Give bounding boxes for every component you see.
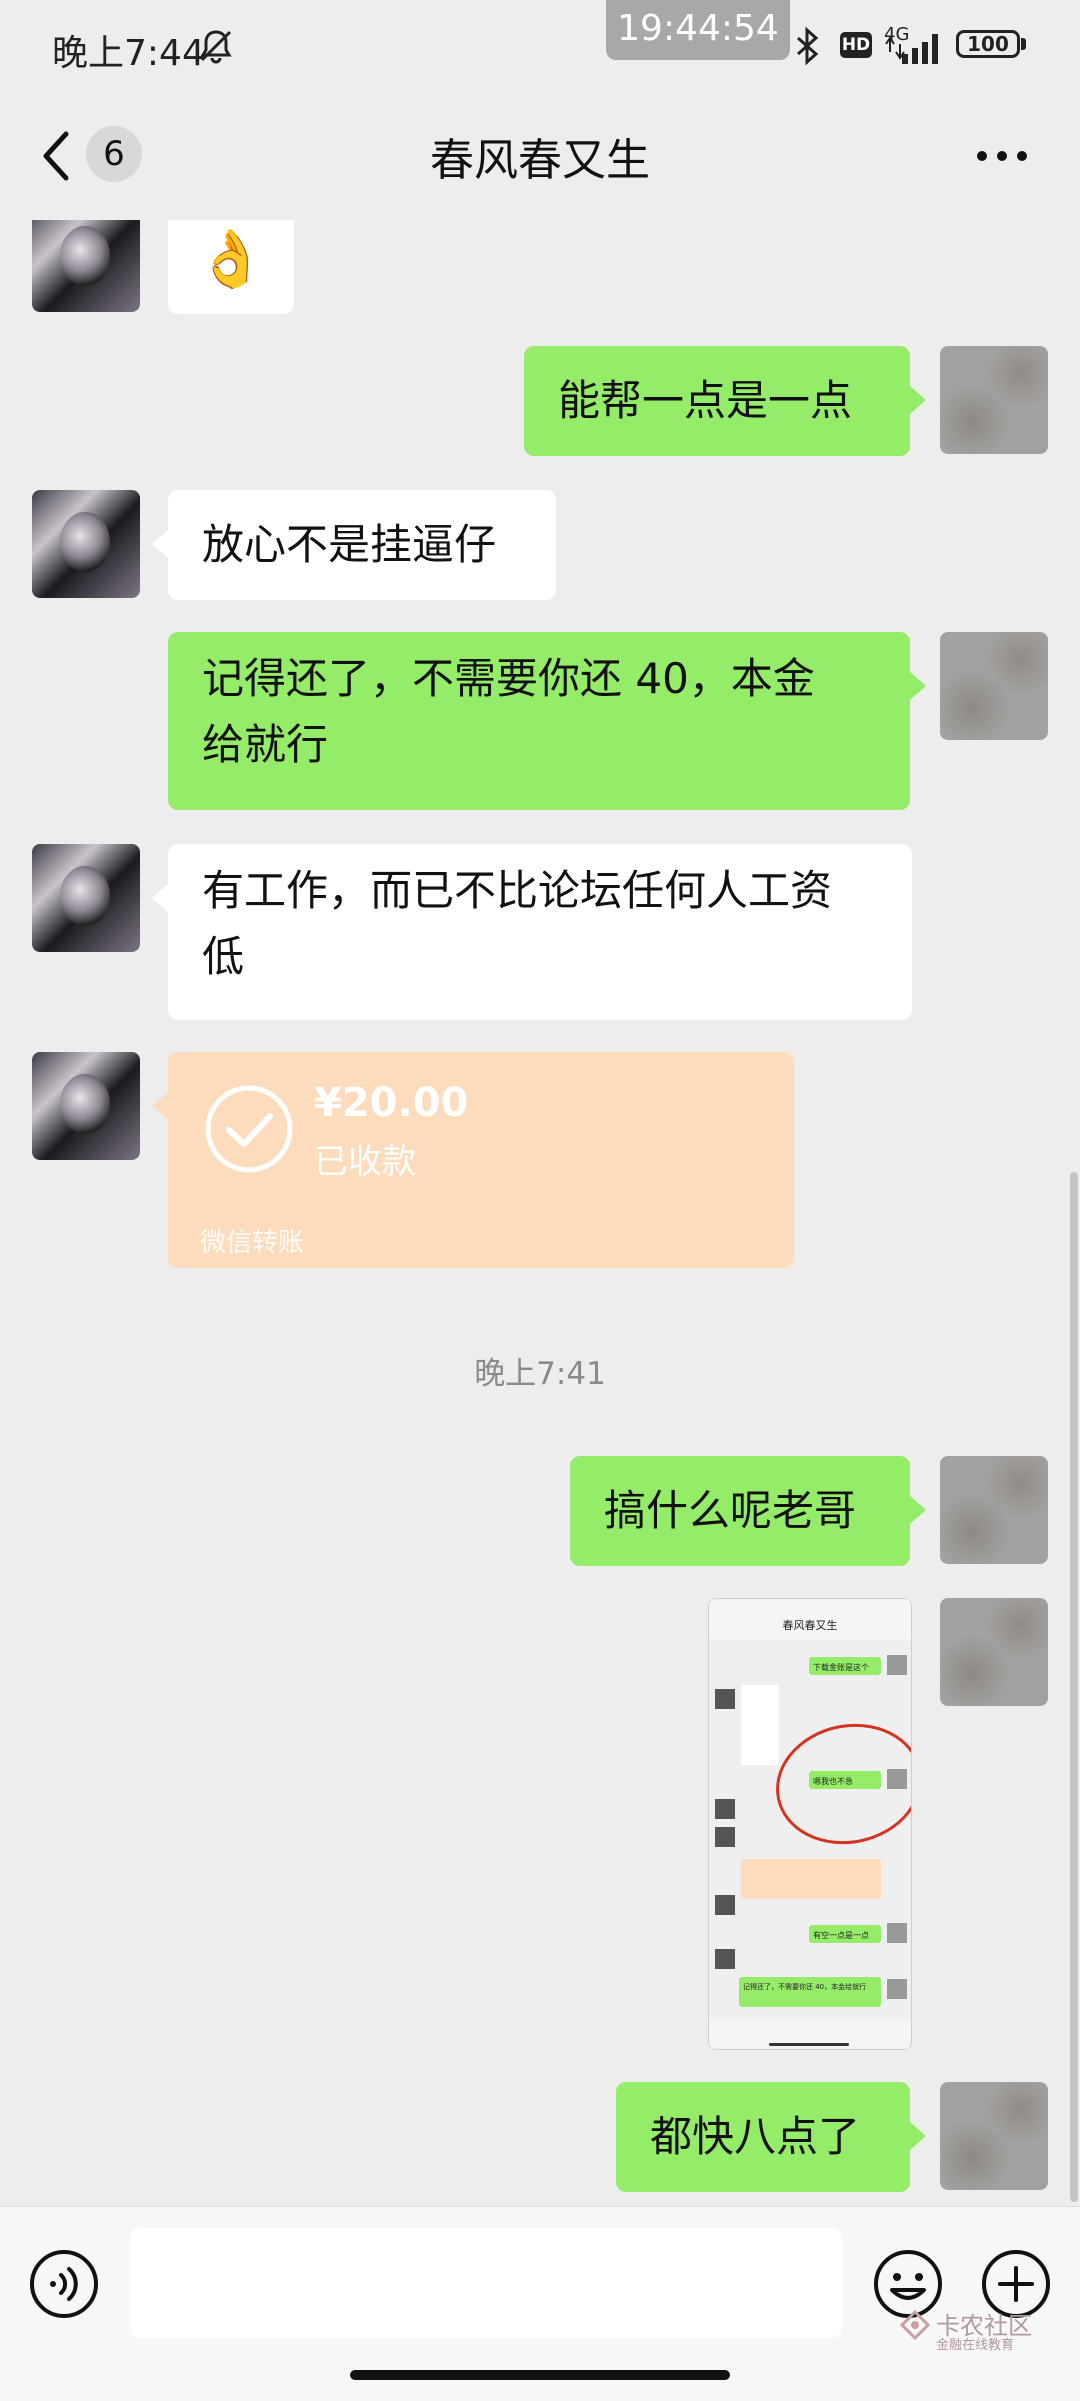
thumb-bubble: 嗯我也不急 bbox=[813, 1776, 853, 1786]
hd-badge: HD bbox=[840, 32, 872, 58]
thumb-title: 春风春又生 bbox=[783, 1618, 838, 1632]
transfer-card[interactable]: ¥20.00 已收款 微信转账 bbox=[168, 1052, 794, 1268]
message-line: 记得还了，不需要你还 40，本金 bbox=[202, 654, 815, 703]
chat-title: 春风春又生 bbox=[430, 135, 650, 186]
message-timestamp: 晚上7:41 bbox=[474, 1356, 606, 1392]
message-bubble-received[interactable]: 有工作，而已不比论坛任何人工资 低 bbox=[168, 844, 912, 1020]
battery-indicator: 100 bbox=[956, 30, 1020, 58]
bubble-tail bbox=[152, 1092, 168, 1120]
contact-avatar[interactable] bbox=[32, 1052, 140, 1160]
battery-tip bbox=[1021, 38, 1026, 50]
image-message-thumbnail[interactable]: 春风春又生 下载金账是这个 嗯我也不急 有空一点是一点 记得还了，不需要你还 4… bbox=[708, 1598, 912, 2050]
bubble-tail bbox=[910, 672, 926, 700]
voice-input-icon[interactable] bbox=[28, 2248, 100, 2320]
contact-avatar[interactable] bbox=[32, 490, 140, 598]
thumb-bubble: 有空一点是一点 bbox=[813, 1930, 869, 1940]
my-avatar[interactable] bbox=[940, 632, 1048, 740]
message-bubble-sent[interactable]: 记得还了，不需要你还 40，本金 给就行 bbox=[168, 632, 910, 810]
back-arrow-icon[interactable] bbox=[36, 128, 76, 184]
my-avatar[interactable] bbox=[940, 2082, 1048, 2190]
message-bubble-sent[interactable]: 能帮一点是一点 bbox=[524, 346, 910, 456]
bubble-tail bbox=[910, 1496, 926, 1524]
my-avatar[interactable] bbox=[940, 1598, 1048, 1706]
bell-off-icon bbox=[200, 30, 232, 64]
message-line: 给就行 bbox=[202, 720, 329, 769]
unread-count-badge[interactable]: 6 bbox=[86, 126, 142, 182]
thumb-bubble: 下载金账是这个 bbox=[813, 1662, 869, 1672]
message-line: 低 bbox=[202, 932, 245, 981]
transfer-amount: ¥20.00 bbox=[314, 1080, 469, 1126]
my-avatar[interactable] bbox=[940, 346, 1048, 454]
bubble-tail bbox=[910, 2122, 926, 2150]
contact-avatar[interactable] bbox=[32, 220, 140, 312]
message-bubble-received[interactable]: 放心不是挂逼仔 bbox=[168, 490, 556, 600]
emoji-message[interactable]: 👌 bbox=[168, 220, 294, 314]
message-bubble-sent[interactable]: 搞什么呢老哥 bbox=[570, 1456, 910, 1566]
status-time: 晚上7:44 bbox=[52, 33, 205, 74]
thumb-bubble: 记得还了，不需要你还 40，本金给就行 bbox=[743, 1982, 866, 1991]
signal-icon bbox=[885, 34, 938, 64]
chat-scrollbar[interactable] bbox=[1070, 1172, 1078, 2202]
bubble-tail bbox=[910, 386, 926, 414]
screenshot-preview-image: 春风春又生 下载金账是这个 嗯我也不急 有空一点是一点 记得还了，不需要你还 4… bbox=[709, 1599, 911, 2049]
message-input[interactable] bbox=[130, 2228, 842, 2338]
more-options-icon[interactable] bbox=[976, 150, 1028, 162]
message-bubble-sent[interactable]: 都快八点了 bbox=[616, 2082, 910, 2192]
my-avatar[interactable] bbox=[940, 1456, 1048, 1564]
transfer-status: 已收款 bbox=[314, 1142, 416, 1182]
transfer-source-label: 微信转账 bbox=[200, 1228, 305, 1258]
screen-recording-clock: 19:44:54 bbox=[606, 0, 790, 60]
message-line: 有工作，而已不比论坛任何人工资 bbox=[202, 866, 833, 915]
watermark-logo-icon bbox=[900, 2310, 930, 2340]
watermark-subtitle: 金融在线教育 bbox=[936, 2338, 1015, 2353]
contact-avatar[interactable] bbox=[32, 844, 140, 952]
checkmark-circle-icon bbox=[205, 1085, 293, 1173]
bluetooth-icon bbox=[797, 26, 819, 66]
home-indicator[interactable] bbox=[350, 2370, 730, 2380]
bubble-tail bbox=[152, 884, 168, 912]
bubble-tail bbox=[152, 530, 168, 558]
